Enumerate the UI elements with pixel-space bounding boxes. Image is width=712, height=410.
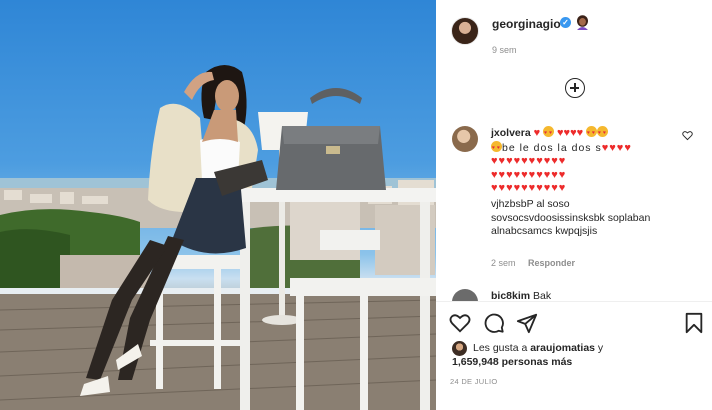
woman-emoji-icon [577,15,588,30]
commenter-username[interactable]: bic8kim [491,290,530,301]
verified-badge-icon: ✓ [560,17,571,28]
heart-eyes-emoji [491,140,502,155]
post-photo [0,0,436,410]
post-date[interactable]: 24 DE JULIO [450,377,497,386]
likes-prefix: Les gusta a [473,342,528,354]
comment-icon[interactable] [483,312,505,334]
likes-count[interactable]: 1,659,948 personas más [452,356,572,368]
comment-body: bic8kim Bak [491,290,551,301]
liker-username[interactable]: araujomatias [530,342,595,354]
author-username[interactable]: georginagio [492,17,561,31]
heart-emoji-row: ♥♥♥♥♥♥♥♥♥♥ [491,155,567,168]
divider [436,301,712,302]
comment-text-inline: be le dos la dos s [502,141,602,154]
add-circle-icon[interactable] [565,78,585,98]
reply-button[interactable]: Responder [528,258,575,268]
post-header: georginagio ✓ 9 sem [436,0,712,66]
comment-text: vjhzbsbP al soso sovsocsvdoosissinsksbk … [491,197,651,238]
heart-emoji-row: ♥♥♥♥♥♥♥♥♥♥ [491,168,567,181]
heart-eyes-emoji [543,126,555,141]
comment-text: Bak [533,290,552,301]
comment-body: jxolvera ♥ ♥♥♥♥ be le dos la dos s♥♥♥♥ ♥… [491,126,671,239]
heart-eyes-emoji [597,126,609,141]
comment-time[interactable]: 2 sem [491,258,516,268]
likes-count-line: 1,659,948 personas más [452,356,572,368]
comment-emoji-line: be le dos la dos s♥♥♥♥ [491,140,671,155]
comment-item: bic8kim Bak [436,287,712,301]
heart-emoji: ♥♥♥♥ [557,127,584,139]
share-icon[interactable] [516,312,538,334]
heart-emoji: ♥ [533,127,541,139]
comment-like-heart-icon[interactable] [682,130,693,141]
author-avatar[interactable] [451,17,479,45]
commenter-avatar[interactable] [452,289,478,301]
heart-emoji-row: ♥♥♥♥♥♥♥♥♥♥ [491,182,567,195]
comment-item: jxolvera ♥ ♥♥♥♥ be le dos la dos s♥♥♥♥ ♥… [436,122,712,272]
commenter-username[interactable]: jxolvera [491,127,531,139]
likes-connector: y [597,342,604,354]
comment-meta: 2 sem Responder [491,258,575,268]
heart-eyes-emoji [586,126,598,141]
likes-summary: Les gusta a araujomatias y 1,659,948 per… [452,340,702,370]
liker-avatar[interactable] [452,341,467,356]
heart-icon[interactable] [449,312,471,334]
likes-line: Les gusta a araujomatias y [473,342,603,354]
bookmark-icon[interactable] [684,312,704,334]
action-bar [436,306,712,340]
post-sidebar: georginagio ✓ 9 sem jxolvera ♥ ♥♥♥♥ be l… [436,0,712,410]
post-time[interactable]: 9 sem [492,45,517,55]
commenter-avatar[interactable] [452,126,478,152]
